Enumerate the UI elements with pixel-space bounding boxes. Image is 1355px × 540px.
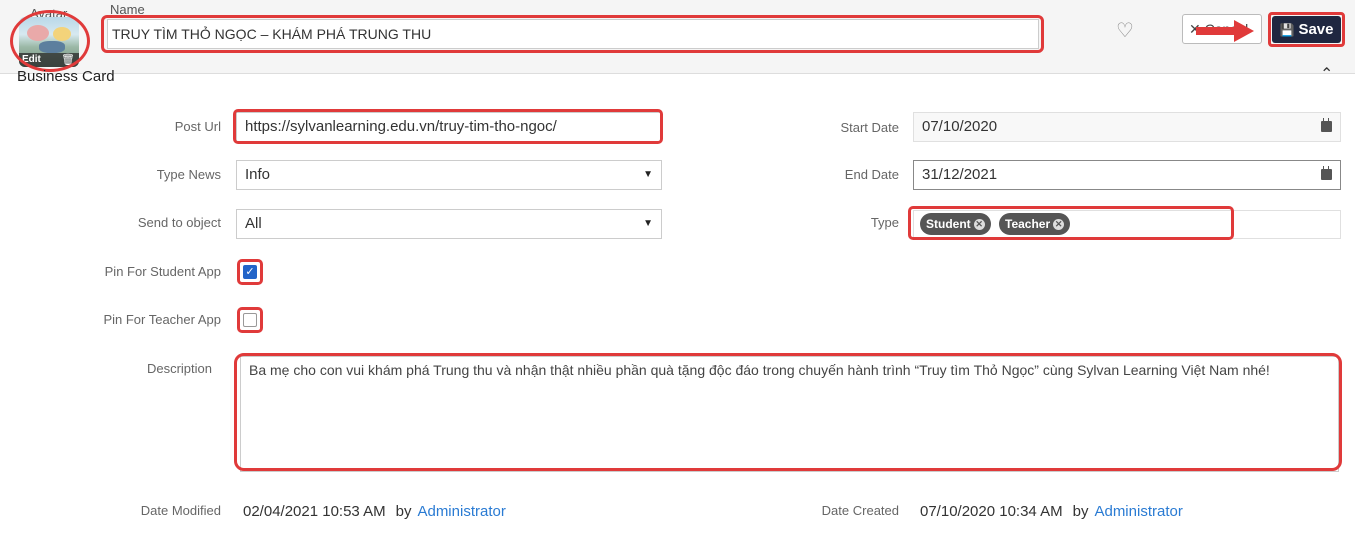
date-modified-value: 02/04/2021 10:53 AM (243, 503, 386, 520)
calendar-icon[interactable] (1321, 166, 1332, 180)
description-label: Description (146, 361, 212, 376)
date-created-info: 07/10/2020 10:34 AM by Administrator (920, 503, 1183, 520)
dropdown-caret-icon: ▼ (643, 169, 653, 180)
date-modified-info: 02/04/2021 10:53 AM by Administrator (243, 503, 506, 520)
type-label: Type (870, 215, 899, 230)
start-date-value: 07/10/2020 (922, 118, 998, 135)
name-input[interactable] (107, 19, 1039, 49)
type-tag-student: Student ✕ (920, 213, 991, 235)
tag-remove-icon[interactable]: ✕ (973, 219, 985, 230)
pin-teacher-label: Pin For Teacher App (103, 312, 221, 327)
type-news-label: Type News (156, 167, 221, 182)
save-label: Save (1298, 21, 1334, 38)
calendar-icon[interactable] (1321, 118, 1332, 132)
type-tag-teacher: Teacher ✕ (999, 213, 1071, 235)
by-text: by (395, 503, 412, 520)
name-label: Name (110, 2, 145, 17)
start-date-input[interactable]: 07/10/2020 (913, 112, 1341, 142)
send-to-value: All (245, 215, 262, 232)
modified-by-link[interactable]: Administrator (417, 503, 505, 520)
dropdown-caret-icon: ▼ (643, 218, 653, 229)
end-date-value: 31/12/2021 (922, 166, 998, 183)
pin-teacher-checkbox[interactable] (243, 313, 257, 327)
type-news-value: Info (245, 166, 271, 183)
date-created-value: 07/10/2020 10:34 AM (920, 503, 1063, 520)
type-news-select[interactable]: Info ▼ (236, 160, 662, 190)
end-date-input[interactable]: 31/12/2021 (913, 160, 1341, 190)
by-text: by (1072, 503, 1089, 520)
tag-label: Teacher (1005, 217, 1051, 231)
post-url-input[interactable]: https://sylvanlearning.edu.vn/truy-tim-t… (236, 112, 662, 142)
date-created-label: Date Created (821, 503, 899, 518)
pin-student-checkbox[interactable]: ✓ (243, 265, 257, 279)
send-to-select[interactable]: All ▼ (236, 209, 662, 239)
post-url-label: Post Url (174, 119, 221, 134)
pin-student-label: Pin For Student App (104, 264, 221, 279)
chevron-up-icon[interactable]: ⌃ (1320, 64, 1333, 84)
end-date-label: End Date (844, 167, 899, 182)
save-button[interactable]: 💾 Save (1272, 16, 1341, 43)
heart-icon[interactable]: ♡ (1116, 18, 1134, 43)
send-to-label: Send to object (137, 215, 221, 230)
section-title: Business Card (17, 68, 115, 85)
tag-label: Student (926, 217, 971, 231)
created-by-link[interactable]: Administrator (1094, 503, 1182, 520)
date-modified-label: Date Modified (140, 503, 221, 518)
save-icon: 💾 (1279, 23, 1295, 37)
tag-remove-icon[interactable]: ✕ (1053, 219, 1065, 230)
start-date-label: Start Date (840, 120, 899, 135)
arrow-annotation (1196, 20, 1254, 42)
description-textarea[interactable]: Ba mẹ cho con vui khám phá Trung thu và … (240, 356, 1339, 472)
avatar-highlight (10, 10, 90, 72)
